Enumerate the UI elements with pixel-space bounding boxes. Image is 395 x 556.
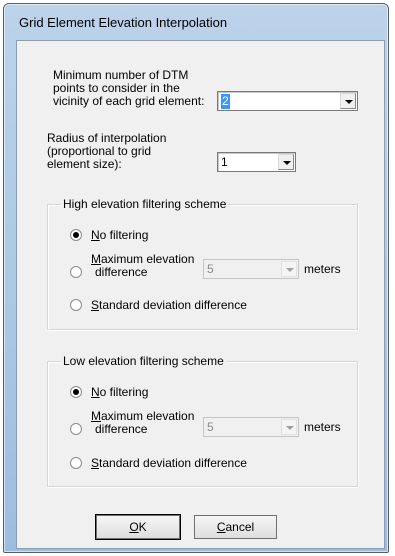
low-std-dev-label[interactable]: Standard deviation difference bbox=[91, 457, 247, 470]
radius-dropdown[interactable]: 1 bbox=[217, 152, 296, 172]
low-filter-title: Low elevation filtering scheme bbox=[61, 354, 226, 368]
low-no-filtering-radio[interactable] bbox=[70, 386, 82, 398]
low-meters-label: meters bbox=[304, 420, 341, 434]
cancel-button[interactable]: Cancel bbox=[194, 515, 277, 539]
high-filter-title: High elevation filtering scheme bbox=[61, 197, 229, 211]
dtm-points-dropdown[interactable]: 2 bbox=[217, 91, 358, 111]
radius-value: 1 bbox=[221, 155, 228, 169]
dtm-points-label: Minimum number of DTM points to consider… bbox=[53, 68, 205, 108]
low-no-filtering-label[interactable]: No filtering bbox=[91, 386, 148, 399]
low-max-elevation-label[interactable]: Maximum elevation difference bbox=[91, 410, 194, 436]
low-max-elevation-dropdown[interactable]: 5 bbox=[203, 417, 299, 437]
high-std-dev-label[interactable]: Standard deviation difference bbox=[91, 299, 247, 312]
high-max-elevation-value: 5 bbox=[207, 262, 214, 276]
high-max-elevation-dropdown[interactable]: 5 bbox=[203, 259, 299, 279]
radius-label: Radius of interpolation (proportional to… bbox=[47, 131, 167, 171]
high-std-dev-radio[interactable] bbox=[70, 299, 82, 311]
chevron-down-icon[interactable] bbox=[278, 154, 294, 170]
chevron-down-icon[interactable] bbox=[281, 419, 297, 435]
dtm-points-value: 2 bbox=[221, 94, 230, 109]
dialog-title: Grid Element Elevation Interpolation bbox=[19, 15, 228, 30]
ok-button[interactable]: OK bbox=[96, 515, 180, 539]
high-no-filtering-label[interactable]: No filtering bbox=[91, 229, 148, 242]
high-no-filtering-radio[interactable] bbox=[70, 229, 82, 241]
high-meters-label: meters bbox=[304, 262, 341, 276]
dialog-client-area: Minimum number of DTM points to consider… bbox=[16, 40, 385, 549]
chevron-down-icon[interactable] bbox=[340, 93, 356, 109]
chevron-down-icon[interactable] bbox=[281, 261, 297, 277]
high-max-elevation-radio[interactable] bbox=[70, 266, 82, 278]
dialog-window: Grid Element Elevation Interpolation Min… bbox=[3, 3, 389, 553]
low-max-elevation-value: 5 bbox=[207, 420, 214, 434]
high-max-elevation-label[interactable]: Maximum elevation difference bbox=[91, 253, 194, 279]
low-max-elevation-radio[interactable] bbox=[70, 423, 82, 435]
low-std-dev-radio[interactable] bbox=[70, 457, 82, 469]
